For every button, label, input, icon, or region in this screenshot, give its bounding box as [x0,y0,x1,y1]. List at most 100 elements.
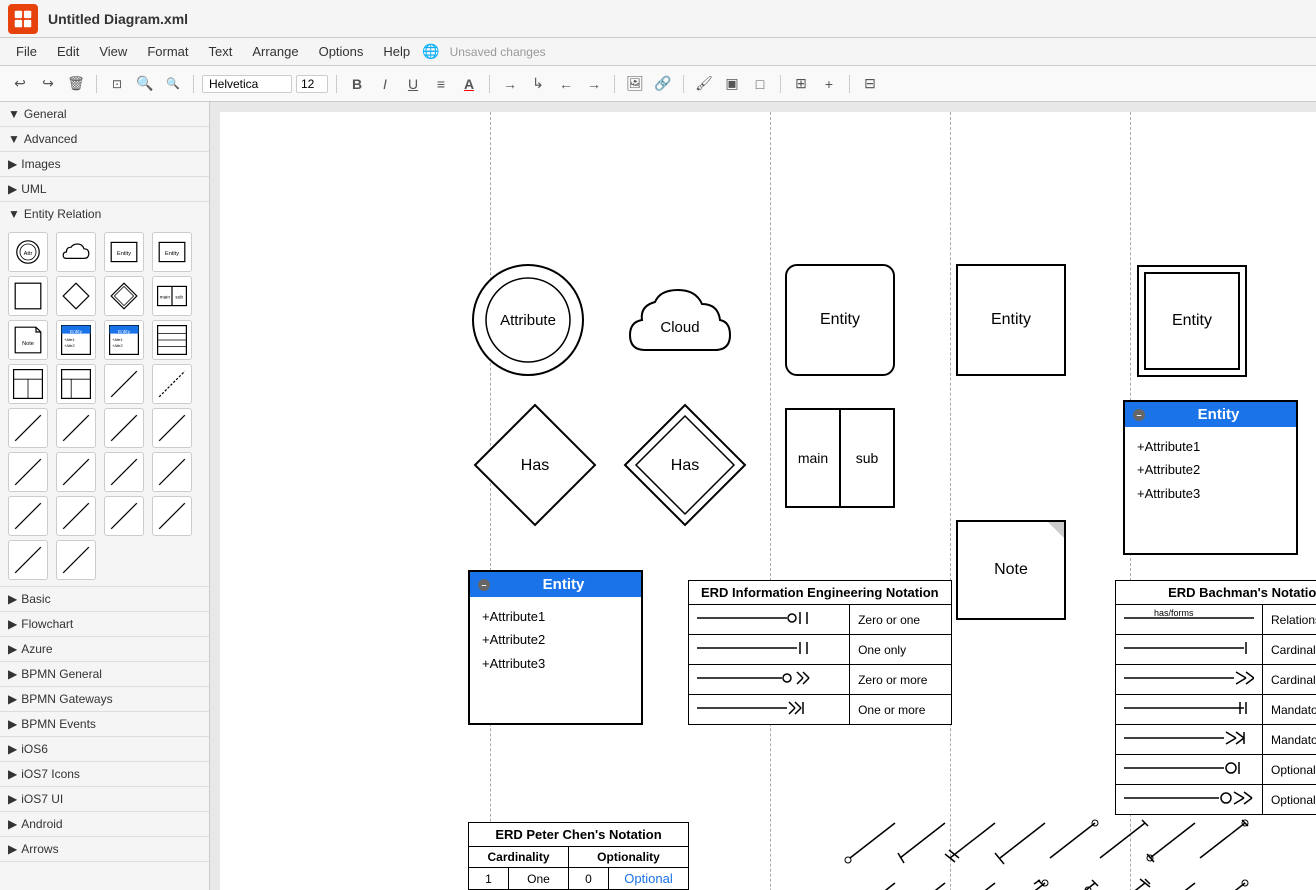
entity-shape-3[interactable]: Entity [1137,265,1247,377]
section-ios7i-header[interactable]: ▶ iOS7 Icons [0,762,209,786]
section-android-header[interactable]: ▶ Android [0,812,209,836]
menu-edit[interactable]: Edit [49,42,87,61]
shape-line15[interactable] [8,540,48,580]
image-button[interactable]: 🖼 [623,72,647,96]
section-advanced-header[interactable]: ▼ Advanced [0,127,209,151]
shape-entity-attr1[interactable]: Entity+Attr1+Attr2 [56,320,96,360]
shape-line16[interactable] [56,540,96,580]
shape-cloud[interactable] [56,232,96,272]
arrow-fwd-button[interactable]: → [582,72,606,96]
entity-label-1: Entity [820,311,860,329]
shape-entity-square[interactable] [8,276,48,316]
entity-shape-1[interactable]: Entity [785,264,895,376]
menu-view[interactable]: View [91,42,135,61]
menu-help[interactable]: Help [375,42,418,61]
split-entity-shape[interactable]: main sub [785,408,895,508]
menu-file[interactable]: File [8,42,45,61]
shape-line8[interactable] [56,452,96,492]
shape-table2[interactable] [56,364,96,404]
section-flowchart-header[interactable]: ▶ Flowchart [0,612,209,636]
section-uml-header[interactable]: ▶ UML [0,177,209,201]
shape-table1[interactable] [8,364,48,404]
section-ios6-header[interactable]: ▶ iOS6 [0,737,209,761]
menu-options[interactable]: Options [311,42,372,61]
fill-color-button[interactable]: 🖌 [692,72,716,96]
shape-split-entity[interactable]: mainsub [152,276,192,316]
shape-line4[interactable] [56,408,96,448]
attribute-shape[interactable]: Attribute [468,260,588,380]
delete-button[interactable]: 🗑 [64,72,88,96]
section-azure-header[interactable]: ▶ Azure [0,637,209,661]
bold-button[interactable]: B [345,72,369,96]
zoom-in-button[interactable]: 🔍 [133,72,157,96]
diamond-has-1[interactable]: Has [470,400,600,530]
shape-entity-rect2[interactable]: Entity [152,232,192,272]
shape-diamond[interactable] [56,276,96,316]
chen-cardinality-header: Cardinality [469,847,569,868]
zoom-out-button[interactable]: 🔍 [161,72,185,96]
arrow-straight-button[interactable]: → [498,72,522,96]
font-color-button[interactable]: A [457,72,481,96]
shape-dense-table[interactable] [152,320,192,360]
plus-button[interactable]: + [817,72,841,96]
redo-button[interactable]: ↪ [36,72,60,96]
shape-line7[interactable] [8,452,48,492]
shape-line9[interactable] [104,452,144,492]
erd-ie-label-0: Zero or one [850,605,952,635]
entity-shape-2[interactable]: Entity [956,264,1066,376]
menu-arrange[interactable]: Arrange [244,42,306,61]
erd-ie-table-container: ERD Information Engineering Notation [688,580,952,725]
shape-diamond-double[interactable] [104,276,144,316]
section-bpmng-header[interactable]: ▶ BPMN General [0,662,209,686]
section-general-header[interactable]: ▼ General [0,102,209,126]
shape-line12[interactable] [56,496,96,536]
section-arrows-header[interactable]: ▶ Arrows [0,837,209,861]
shape-entity-attr2[interactable]: Entity+Attr1+Attr2 [104,320,144,360]
shape-line2[interactable] [152,364,192,404]
note-shape[interactable]: Note [956,520,1066,620]
section-basic-header[interactable]: ▶ Basic [0,587,209,611]
canvas[interactable]: Attribute Cloud Entity Entity Entity [220,112,1316,890]
shape-line6[interactable] [152,408,192,448]
arrow-back-button[interactable]: ← [554,72,578,96]
minimize-btn-2[interactable]: – [478,579,490,591]
entity-attr-box-2[interactable]: – Entity +Attribute1 +Attribute2 +Attrib… [468,570,643,725]
canvas-area[interactable]: Attribute Cloud Entity Entity Entity [210,102,1316,890]
link-button[interactable]: 🔗 [651,72,675,96]
undo-button[interactable]: ↩ [8,72,32,96]
minimize-btn-1[interactable]: – [1133,409,1145,421]
arrow-bent-button[interactable]: ↳ [526,72,550,96]
section-bpmne-header[interactable]: ▶ BPMN Events [0,712,209,736]
section-er-header[interactable]: ▼ Entity Relation [0,202,209,226]
diamond-has-2[interactable]: Has [620,400,750,530]
underline-button[interactable]: U [401,72,425,96]
section-bpmngw-header[interactable]: ▶ BPMN Gateways [0,687,209,711]
shape-line3[interactable] [8,408,48,448]
align-button[interactable]: ≡ [429,72,453,96]
section-images-header[interactable]: ▶ Images [0,152,209,176]
shape-line14[interactable] [152,496,192,536]
fit-button[interactable]: ⊡ [105,72,129,96]
shape-line13[interactable] [104,496,144,536]
grid-button[interactable]: ⊞ [789,72,813,96]
italic-button[interactable]: I [373,72,397,96]
shape-entity-rect[interactable]: Entity [104,232,144,272]
uml-arrow: ▶ [8,182,17,196]
rect-button[interactable]: □ [748,72,772,96]
fill-button2[interactable]: ▣ [720,72,744,96]
shape-line5[interactable] [104,408,144,448]
font-input[interactable] [202,75,292,93]
panel-button[interactable]: ⊟ [858,72,882,96]
menu-text[interactable]: Text [200,42,240,61]
shape-attribute[interactable]: Attr [8,232,48,272]
shape-line10[interactable] [152,452,192,492]
section-ios7u-header[interactable]: ▶ iOS7 UI [0,787,209,811]
font-size-input[interactable] [296,75,328,93]
entity-attr-box-1[interactable]: – Entity +Attribute1 +Attribute2 +Attrib… [1123,400,1298,555]
shape-line1[interactable] [104,364,144,404]
menu-format[interactable]: Format [139,42,196,61]
section-advanced: ▼ Advanced [0,127,209,152]
shape-line11[interactable] [8,496,48,536]
shape-note[interactable]: Note [8,320,48,360]
cloud-shape[interactable]: Cloud [620,270,740,370]
